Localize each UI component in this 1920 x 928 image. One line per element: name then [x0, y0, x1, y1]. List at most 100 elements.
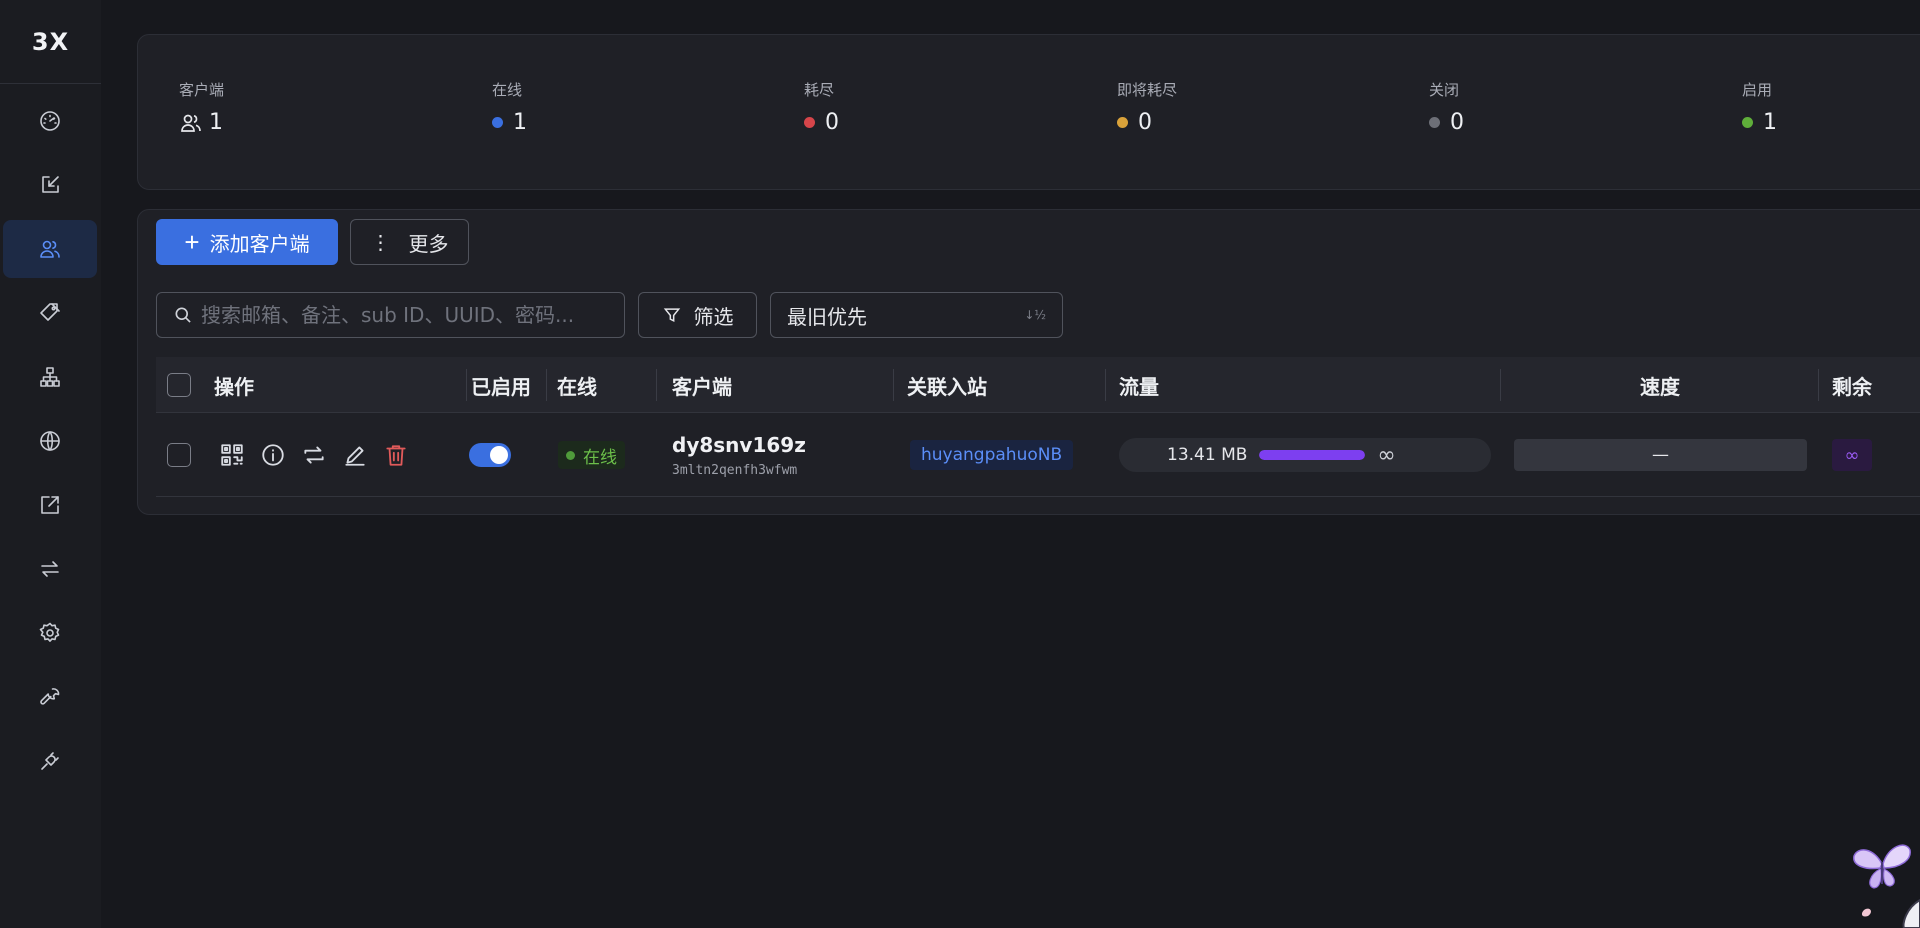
header-client: 客户端: [672, 374, 732, 399]
status-dot-expiring: [1117, 117, 1128, 128]
transfer-arrows-icon: [41, 561, 59, 577]
clients-users-icon: [40, 240, 60, 258]
clients-card: + 添加客户端 ⋮ 更多 筛选 最旧优先 ↓½ 操作 已启用 在线 客户端 关联…: [137, 209, 1920, 515]
header-remaining: 剩余: [1832, 374, 1872, 399]
sidebar-item-inbounds[interactable]: [3, 156, 97, 214]
search-input[interactable]: [201, 303, 621, 327]
search-icon: [175, 307, 191, 323]
header-online: 在线: [557, 374, 597, 399]
traffic-limit: ∞: [1377, 442, 1396, 468]
column-divider[interactable]: [656, 369, 657, 401]
traffic-progress-bar: [1259, 450, 1366, 460]
more-button[interactable]: ⋮ 更多: [350, 219, 469, 265]
stat-value: 1: [513, 110, 527, 135]
sidebar-item-subscription[interactable]: [3, 476, 97, 534]
sidebar-item-outbounds[interactable]: [3, 412, 97, 470]
sidebar-item-transfer[interactable]: [3, 540, 97, 598]
stat-online: 在线 1: [492, 79, 527, 135]
stat-value: 0: [1138, 110, 1152, 135]
stats-card: 客户端 1 在线 1 耗尽 0 即将耗尽 0 关闭 0 启用 1: [137, 34, 1920, 190]
online-status-label: 在线: [583, 447, 617, 468]
row-inbound: huyangpahuoNB: [910, 413, 1074, 497]
status-dot-enabled: [1742, 117, 1753, 128]
column-divider[interactable]: [1500, 369, 1501, 401]
stat-disabled: 关闭 0: [1429, 79, 1464, 135]
header-enabled: 已启用: [471, 374, 531, 399]
sidebar-item-dashboard[interactable]: [3, 92, 97, 150]
traffic-used: 13.41 MB: [1167, 445, 1248, 465]
row-speed: —: [1514, 413, 1807, 497]
network-hierarchy-icon: [40, 367, 60, 387]
more-label: 更多: [408, 233, 449, 256]
table-row: 在线 dy8snv169z 3mltn2qenfh3wfwm huyangpah…: [156, 413, 1920, 497]
status-dot-online: [492, 117, 503, 128]
row-enabled: [469, 413, 511, 497]
butterfly-icon: [1853, 844, 1920, 928]
row-traffic: 13.41 MB ∞: [1119, 413, 1491, 497]
row-select-cell: [167, 413, 191, 497]
column-divider[interactable]: [893, 369, 894, 401]
stat-label: 在线: [492, 81, 523, 99]
add-client-label: 添加客户端: [209, 233, 310, 256]
stat-label: 即将耗尽: [1117, 81, 1178, 99]
header-inbound: 关联入站: [907, 374, 987, 399]
header-speed: 速度: [1640, 374, 1680, 399]
sidebar-item-tools[interactable]: [3, 668, 97, 726]
qr-code-icon[interactable]: [219, 442, 245, 468]
table-header: 操作 已启用 在线 客户端 关联入站 流量 速度 剩余: [156, 357, 1920, 413]
sort-select[interactable]: 最旧优先 ↓½: [770, 292, 1063, 338]
inbound-tag[interactable]: huyangpahuoNB: [910, 440, 1074, 470]
toggle-knob: [490, 446, 508, 464]
dashboard-gauge-icon: [40, 111, 60, 131]
status-dot-disabled: [1429, 117, 1440, 128]
stat-label: 关闭: [1429, 81, 1460, 99]
add-client-button[interactable]: + 添加客户端: [156, 219, 338, 265]
stat-label: 启用: [1742, 81, 1773, 99]
stat-label: 耗尽: [804, 81, 835, 99]
row-actions: [219, 413, 424, 497]
sidebar-item-tags[interactable]: [3, 284, 97, 342]
sort-value: 最旧优先: [787, 304, 867, 329]
sidebar: 3X: [0, 0, 101, 928]
status-dot-depleted: [804, 117, 815, 128]
delete-trash-icon[interactable]: [383, 442, 409, 468]
tag-icon: [40, 303, 60, 321]
sidebar-item-clients[interactable]: [3, 220, 97, 278]
column-divider[interactable]: [466, 369, 467, 401]
stat-value: 1: [209, 110, 223, 135]
sort-order-icon: ↓½: [1024, 308, 1046, 322]
info-icon[interactable]: [260, 442, 286, 468]
edit-pencil-icon[interactable]: [342, 442, 368, 468]
row-online: 在线: [558, 413, 625, 497]
row-checkbox[interactable]: [167, 443, 191, 467]
stat-clients: 客户端 1: [179, 79, 224, 135]
column-divider[interactable]: [1818, 369, 1819, 401]
external-link-icon: [41, 496, 59, 514]
select-all-checkbox[interactable]: [167, 373, 191, 397]
reset-traffic-icon[interactable]: [301, 442, 327, 468]
enabled-toggle[interactable]: [469, 443, 511, 467]
sidebar-item-routing[interactable]: [3, 348, 97, 406]
column-divider[interactable]: [546, 369, 547, 401]
globe-icon: [40, 431, 60, 451]
stat-label: 客户端: [179, 81, 225, 99]
column-divider[interactable]: [1105, 369, 1106, 401]
filter-funnel-icon: [663, 308, 680, 323]
select-all-cell: [167, 357, 191, 413]
row-client: dy8snv169z 3mltn2qenfh3wfwm: [672, 413, 806, 497]
stat-value: 0: [825, 110, 839, 135]
plug-icon: [41, 752, 59, 770]
filter-label: 筛选: [693, 304, 734, 329]
search-box[interactable]: [156, 292, 625, 338]
online-status-badge: 在线: [558, 441, 625, 469]
client-name[interactable]: dy8snv169z: [672, 433, 806, 457]
remaining-tag: ∞: [1832, 439, 1872, 471]
stat-depleted: 耗尽 0: [804, 79, 839, 135]
traffic-progress-fill: [1259, 450, 1366, 460]
sidebar-item-connect[interactable]: [3, 732, 97, 790]
filter-button[interactable]: 筛选: [638, 292, 757, 338]
sidebar-item-settings[interactable]: [3, 604, 97, 662]
app-logo[interactable]: 3X: [0, 0, 101, 84]
stat-value: 1: [1763, 110, 1777, 135]
users-icon: [181, 114, 201, 132]
